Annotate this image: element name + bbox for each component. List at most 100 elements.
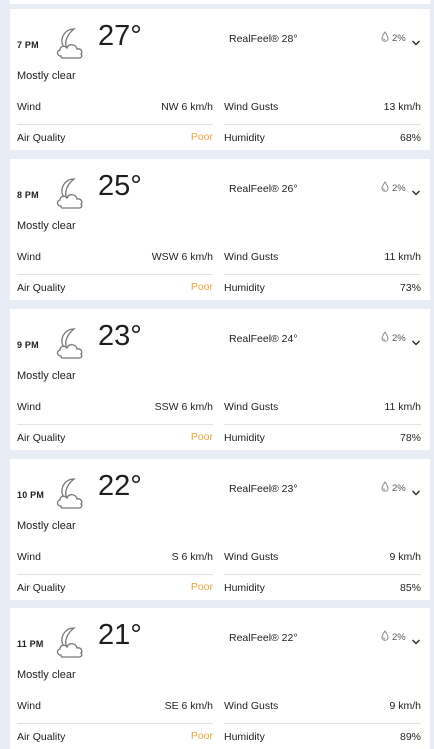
humidity-label: Humidity [224, 582, 265, 594]
precipitation-probability: 2% [380, 481, 406, 495]
precipitation-probability: 2% [380, 331, 406, 345]
wind-gusts-value: 11 km/h [384, 401, 421, 413]
temperature: 23° [98, 320, 142, 352]
precipitation-probability: 2% [380, 181, 406, 195]
humidity-label: Humidity [224, 731, 265, 743]
weather-phrase: Mostly clear [17, 370, 76, 382]
air-quality-value: Poor [190, 730, 213, 742]
air-quality-label: Air Quality [17, 282, 66, 294]
chevron-down-icon[interactable] [411, 34, 421, 46]
air-quality-value: Poor [190, 431, 213, 443]
wind-value: WSW 6 km/h [151, 251, 213, 263]
wind-gusts-label: Wind Gusts [224, 101, 279, 113]
raindrop-icon [380, 331, 390, 345]
hour-time: 7 PM [17, 40, 39, 50]
air-quality-value: Poor [190, 281, 213, 293]
weather-phrase: Mostly clear [17, 669, 76, 681]
hour-time: 9 PM [17, 340, 39, 350]
wind-gusts-value: 13 km/h [383, 101, 421, 113]
hourly-card[interactable]: 10 PM 22° RealFeel® 23° 2% Mostly clear Wind S… [10, 459, 430, 600]
wind-gusts-value: 11 km/h [384, 251, 421, 263]
wind-value: NW 6 km/h [161, 101, 213, 113]
divider [224, 124, 421, 125]
weather-phrase: Mostly clear [17, 520, 76, 532]
wind-gusts-label: Wind Gusts [224, 700, 279, 712]
chevron-down-icon[interactable] [411, 334, 421, 346]
air-quality-label: Air Quality [17, 582, 66, 594]
humidity-label: Humidity [224, 282, 265, 294]
humidity-value: 68% [399, 132, 421, 144]
moon-cloud-icon [52, 23, 92, 63]
realfeel-temperature: RealFeel® 23° [229, 483, 298, 495]
chevron-down-icon[interactable] [411, 484, 421, 496]
wind-value: SSW 6 km/h [154, 401, 213, 413]
chevron-down-icon[interactable] [411, 633, 421, 645]
humidity-label: Humidity [224, 432, 265, 444]
air-quality-value: Poor [190, 131, 213, 143]
divider [17, 124, 213, 125]
hourly-card[interactable]: 11 PM 21° RealFeel® 22° 2% Mostly clear Wind S… [10, 608, 430, 749]
air-quality-label: Air Quality [17, 132, 66, 144]
temperature: 21° [98, 619, 142, 651]
wind-gusts-value: 9 km/h [389, 700, 421, 712]
wind-gusts-label: Wind Gusts [224, 551, 279, 563]
wind-label: Wind [17, 401, 41, 413]
precip-value: 2% [392, 631, 406, 643]
hourly-card[interactable]: 7 PM 27° RealFeel® 28° 2% Mostly clear Wind NW… [10, 9, 430, 150]
divider [17, 723, 213, 724]
temperature: 27° [98, 20, 142, 52]
realfeel-temperature: RealFeel® 28° [229, 33, 298, 45]
divider [17, 424, 213, 425]
precip-value: 2% [392, 332, 406, 344]
humidity-value: 78% [399, 432, 421, 444]
air-quality-label: Air Quality [17, 731, 66, 743]
weather-phrase: Mostly clear [17, 70, 76, 82]
temperature: 22° [98, 470, 142, 502]
wind-label: Wind [17, 551, 41, 563]
divider [224, 574, 421, 575]
air-quality-label: Air Quality [17, 432, 66, 444]
hourly-card[interactable]: 9 PM 23° RealFeel® 24° 2% Mostly clear Wind SS… [10, 309, 430, 450]
realfeel-temperature: RealFeel® 24° [229, 333, 298, 345]
hour-time: 10 PM [17, 490, 45, 500]
moon-cloud-icon [52, 173, 92, 213]
precip-value: 2% [392, 182, 406, 194]
weather-phrase: Mostly clear [17, 220, 76, 232]
wind-label: Wind [17, 251, 41, 263]
humidity-value: 85% [399, 582, 421, 594]
precip-value: 2% [392, 482, 406, 494]
wind-value: SE 6 km/h [164, 700, 213, 712]
divider [224, 274, 421, 275]
precipitation-probability: 2% [380, 630, 406, 644]
divider [224, 424, 421, 425]
hourly-card[interactable]: 8 PM 25° RealFeel® 26° 2% Mostly clear Wind WS… [10, 159, 430, 300]
previous-card-edge [10, 0, 430, 4]
moon-cloud-icon [52, 473, 92, 513]
raindrop-icon [380, 181, 390, 195]
wind-gusts-label: Wind Gusts [224, 401, 279, 413]
divider [17, 574, 213, 575]
wind-value: S 6 km/h [171, 551, 213, 563]
realfeel-temperature: RealFeel® 22° [229, 632, 298, 644]
raindrop-icon [380, 630, 390, 644]
wind-label: Wind [17, 700, 41, 712]
humidity-label: Humidity [224, 132, 265, 144]
precipitation-probability: 2% [380, 31, 406, 45]
humidity-value: 89% [399, 731, 421, 743]
air-quality-value: Poor [190, 581, 213, 593]
chevron-down-icon[interactable] [411, 184, 421, 196]
wind-label: Wind [17, 101, 41, 113]
realfeel-temperature: RealFeel® 26° [229, 183, 298, 195]
divider [224, 723, 421, 724]
raindrop-icon [380, 31, 390, 45]
hour-time: 11 PM [17, 639, 44, 649]
precip-value: 2% [392, 32, 406, 44]
moon-cloud-icon [52, 323, 92, 363]
humidity-value: 73% [399, 282, 421, 294]
temperature: 25° [98, 170, 142, 202]
wind-gusts-value: 9 km/h [389, 551, 421, 563]
moon-cloud-icon [52, 622, 92, 662]
hour-time: 8 PM [17, 190, 39, 200]
wind-gusts-label: Wind Gusts [224, 251, 279, 263]
raindrop-icon [380, 481, 390, 495]
